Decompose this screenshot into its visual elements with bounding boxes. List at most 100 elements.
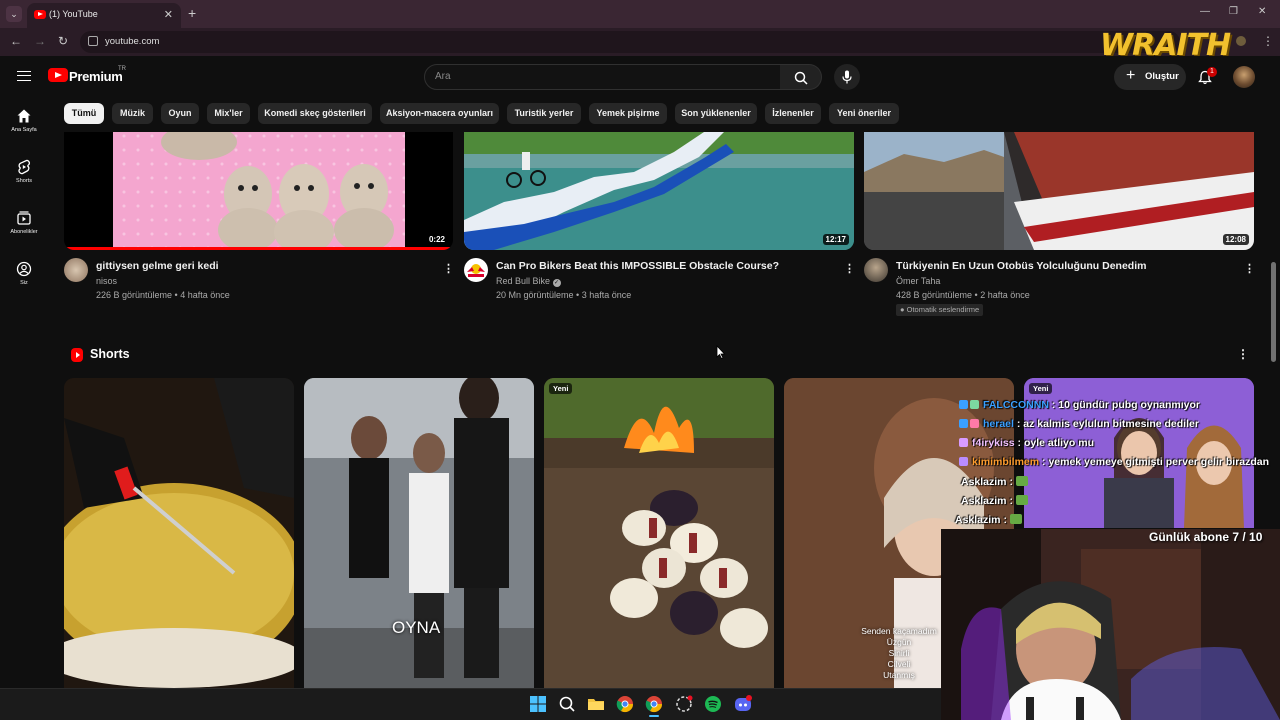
chat-text: : oyle atliyo mu [1017,437,1094,449]
subscriber-goal: Günlük abone 7 / 10 [1149,530,1263,544]
chat-badge-icon [959,438,968,447]
caption-line: Üzgün [886,637,912,647]
short-card[interactable] [64,378,294,690]
search-icon [794,71,808,85]
verified-icon: ✓ [552,279,561,287]
spotify-icon[interactable] [704,695,722,713]
profile-icon[interactable] [1236,36,1246,46]
file-explorer-icon[interactable] [587,695,605,713]
more-actions-icon[interactable]: ⋮ [1244,262,1255,275]
youtube-favicon-icon [34,10,46,19]
watch-progress-bar [64,247,453,250]
video-title[interactable]: Türkiyenin En Uzun Otobüs Yolculuğunu De… [896,260,1146,272]
app-icon[interactable] [675,695,693,713]
browser-menu-icon[interactable]: ⋮ [1262,34,1274,48]
guide-item-home[interactable]: Ana Sayfa [0,108,48,133]
more-actions-icon[interactable]: ⋮ [443,262,454,275]
guide-item-you[interactable]: Siz [0,261,48,286]
browser-tab[interactable]: (1) YouTube ✕ [27,3,181,28]
window-close-icon[interactable]: ✕ [1258,6,1266,17]
chat-message: Asklazim : [961,495,1028,507]
mouse-cursor-icon [716,345,726,359]
chip-all[interactable]: Tümü [64,103,104,124]
windows-start-icon[interactable] [529,695,547,713]
channel-name-row[interactable]: Red Bull Bike ✓ [496,276,561,287]
menu-icon[interactable] [17,71,31,81]
chat-username: f4irykiss [972,437,1015,449]
channel-avatar[interactable] [464,258,488,282]
chrome-icon[interactable] [616,695,634,713]
chip-tourist[interactable]: Turistik yerler [507,103,581,124]
voice-search-button[interactable] [834,64,860,90]
chat-message: herael : az kalmis eylulun bitmesine ded… [959,418,1199,430]
home-icon [17,109,31,123]
more-actions-icon[interactable]: ⋮ [844,262,855,275]
chip-gaming[interactable]: Oyun [161,103,199,124]
account-avatar[interactable] [1233,66,1255,88]
search-placeholder: Ara [435,71,451,82]
site-info-icon[interactable] [88,36,98,46]
address-bar-row: ← → ↻ youtube.com [0,28,1280,56]
chat-text: : [1009,495,1013,507]
reload-icon[interactable]: ↻ [58,34,68,48]
chip-mixes[interactable]: Mix'ler [207,103,250,124]
search-button[interactable] [780,64,822,90]
youtube-logo-icon[interactable] [48,68,68,82]
chip-new-recommendations[interactable]: Yeni öneriler [829,103,899,124]
short-card[interactable]: OYNA [304,378,534,690]
discord-icon[interactable] [734,695,752,713]
back-icon[interactable]: ← [10,34,22,48]
chat-message: kimimbilmem : yemek yemeye gitmişti perv… [959,456,1269,468]
video-thumbnail[interactable]: 0:22 [64,132,453,250]
video-thumbnail[interactable]: 12:17 [464,132,854,250]
chat-username: Asklazim [961,476,1007,488]
guide-item-shorts[interactable]: Shorts [0,159,48,184]
chip-cooking[interactable]: Yemek pişirme [589,103,667,124]
channel-avatar[interactable] [64,258,88,282]
short-thumbnail-art [304,378,534,690]
logo-text[interactable]: Premium [69,69,123,84]
tab-search-button[interactable]: ⌄ [6,6,22,22]
chat-text: : az kalmis eylulun bitmesine dediler [1016,418,1199,430]
shelf-more-icon[interactable]: ⋮ [1237,347,1249,361]
caption-line: Cilveli [887,659,911,669]
video-thumbnail[interactable]: 12:08 [864,132,1254,250]
youtube-masthead: Premium TR Ara + Oluştur 1 [0,56,1280,98]
create-button[interactable]: + Oluştur [1114,64,1186,90]
new-tab-icon[interactable]: + [188,5,196,21]
short-overlay-text: OYNA [392,618,441,637]
chip-comedy[interactable]: Komedi skeç gösterileri [258,103,372,124]
chat-badge-icon [959,457,968,466]
maximize-icon[interactable]: ❐ [1229,6,1238,17]
chip-watched[interactable]: İzlenenler [765,103,821,124]
short-card[interactable]: Yeni [544,378,774,690]
chrome-icon[interactable] [645,695,663,713]
minimize-icon[interactable]: — [1200,6,1210,17]
forward-icon[interactable]: → [34,34,46,48]
guide-item-subscriptions[interactable]: Abonelikler [0,210,48,235]
video-title[interactable]: gittiysen gelme geri kedi [96,260,219,272]
subscriptions-icon [17,211,31,225]
chip-music[interactable]: Müzik [112,103,153,124]
close-tab-icon[interactable]: ✕ [164,8,173,21]
cats-thumbnail-art [113,132,405,250]
shorts-shelf-title: Shorts [90,347,130,361]
emote-icon [1015,476,1028,486]
chat-text: : [1003,514,1007,526]
channel-name[interactable]: Ömer Taha [896,276,940,286]
channel-name[interactable]: nisos [96,276,117,286]
guide-label: Ana Sayfa [11,127,37,133]
url-field[interactable]: youtube.com [80,31,1180,53]
page-scrollbar[interactable] [1271,262,1276,362]
chip-recently-uploaded[interactable]: Son yüklenenler [675,103,757,124]
search-input[interactable]: Ara [424,64,781,90]
shorts-logo-icon [71,348,83,362]
channel-name: Red Bull Bike [496,276,551,286]
video-title[interactable]: Can Pro Bikers Beat this IMPOSSIBLE Obst… [496,260,779,272]
search-icon[interactable] [558,695,576,713]
active-app-indicator [649,715,659,717]
chat-username: herael [983,418,1014,430]
auto-dubbed-badge: ● Otomatik seslendirme [896,304,984,316]
channel-avatar[interactable] [864,258,888,282]
chip-action-adventure[interactable]: Aksiyon-macera oyunları [380,103,499,124]
